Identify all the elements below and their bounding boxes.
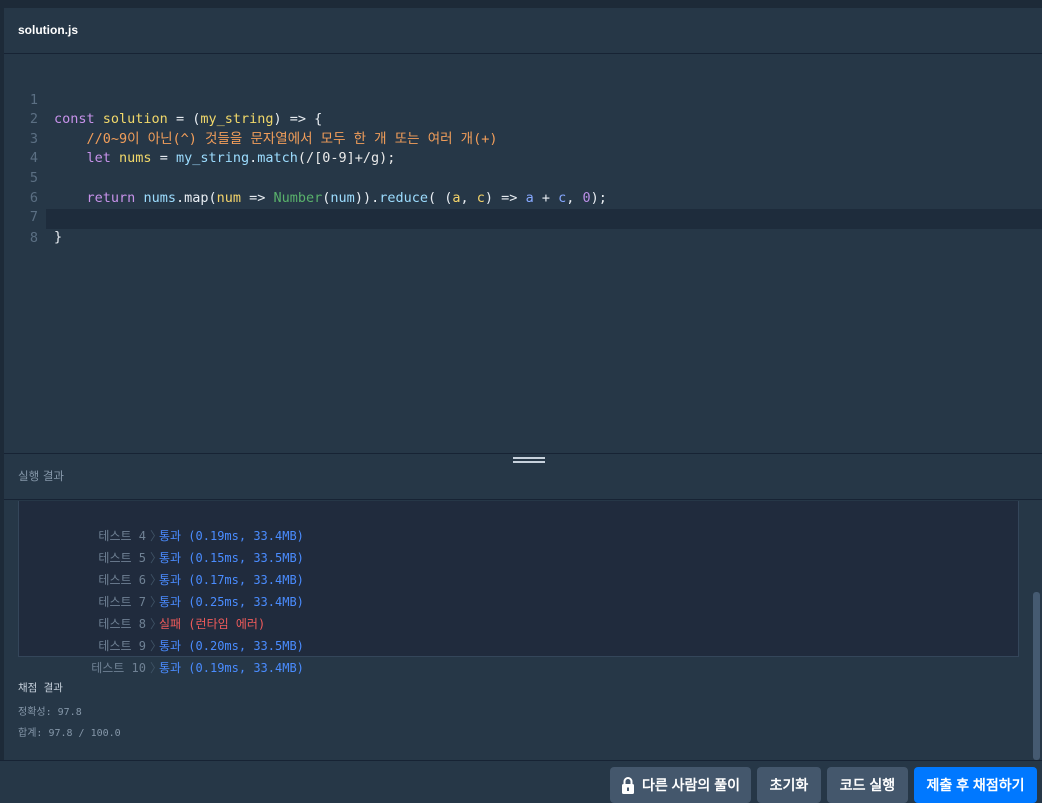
code-line[interactable]: 2 //0~9이 아닌(^) 것들을 문자열에서 모두 한 개 또는 여러 개(…: [4, 91, 1042, 147]
test-row: 테스트 7 〉 통과 (0.25ms, 33.4MB): [98, 595, 304, 609]
top-strip: [0, 0, 1042, 8]
others-solution-button[interactable]: 다른 사람의 풀이: [610, 767, 751, 803]
test-row: 테스트 9 〉 통과 (0.20ms, 33.5MB): [98, 639, 304, 653]
code-line[interactable]: 4: [4, 130, 1042, 166]
total-score: 합계: 97.8 / 100.0: [18, 728, 121, 739]
code-line[interactable]: 5 return nums.map(num => Number(num)).re…: [4, 149, 1042, 206]
grading-title: 채점 결과: [18, 682, 63, 694]
result-header: 실행 결과: [4, 454, 1042, 500]
code-line[interactable]: 6: [4, 169, 1042, 206]
code-editor[interactable]: 1 const solution = (my_string) => { 2 //…: [4, 55, 1042, 453]
others-solution-label: 다른 사람의 풀이: [642, 777, 740, 793]
line-number: 7: [29, 209, 38, 226]
test-row: 테스트 10 〉 통과 (0.19ms, 33.4MB): [91, 661, 304, 675]
code-line-active[interactable]: 8: [30, 209, 1042, 246]
footer-toolbar: 다른 사람의 풀이 초기화 코드 실행 제출 후 채점하기: [0, 760, 1042, 803]
code-line[interactable]: 7 }: [4, 189, 1042, 245]
run-code-label: 코드 실행: [839, 777, 896, 793]
test-row: 테스트 6 〉 통과 (0.17ms, 33.4MB): [98, 573, 304, 587]
results-panel: 테스트 4 〉 통과 (0.19ms, 33.4MB) 테스트 5 〉 통과 (0.15…: [4, 501, 1042, 760]
submit-button[interactable]: 제출 후 채점하기: [914, 767, 1037, 803]
file-tab-bar: solution.js: [4, 8, 1042, 54]
test-row: 테스트 5 〉 통과 (0.15ms, 33.5MB): [98, 551, 304, 565]
file-name: solution.js: [18, 23, 78, 37]
lock-icon: [622, 776, 635, 794]
run-code-button[interactable]: 코드 실행: [827, 767, 908, 803]
line-number: 8: [29, 229, 38, 246]
test-row: 테스트 4 〉 통과 (0.19ms, 33.4MB): [98, 529, 304, 543]
code-line[interactable]: 3 let nums = my_string.match(/[0-9]+/g);: [4, 110, 1042, 167]
test-results-list: 테스트 4 〉 통과 (0.19ms, 33.4MB) 테스트 5 〉 통과 (0.15…: [18, 501, 1019, 675]
test-row: 테스트 8 〉 실패 (런타임 에러): [98, 617, 266, 631]
code-line[interactable]: 1 const solution = (my_string) => {: [4, 71, 1042, 128]
reset-button[interactable]: 초기화: [757, 767, 821, 803]
reset-label: 초기화: [769, 777, 809, 793]
results-scrollbar[interactable]: [1033, 592, 1040, 760]
result-title: 실행 결과: [18, 469, 64, 483]
accuracy-score: 정확성: 97.8: [18, 707, 82, 718]
submit-label: 제출 후 채점하기: [926, 777, 1025, 793]
